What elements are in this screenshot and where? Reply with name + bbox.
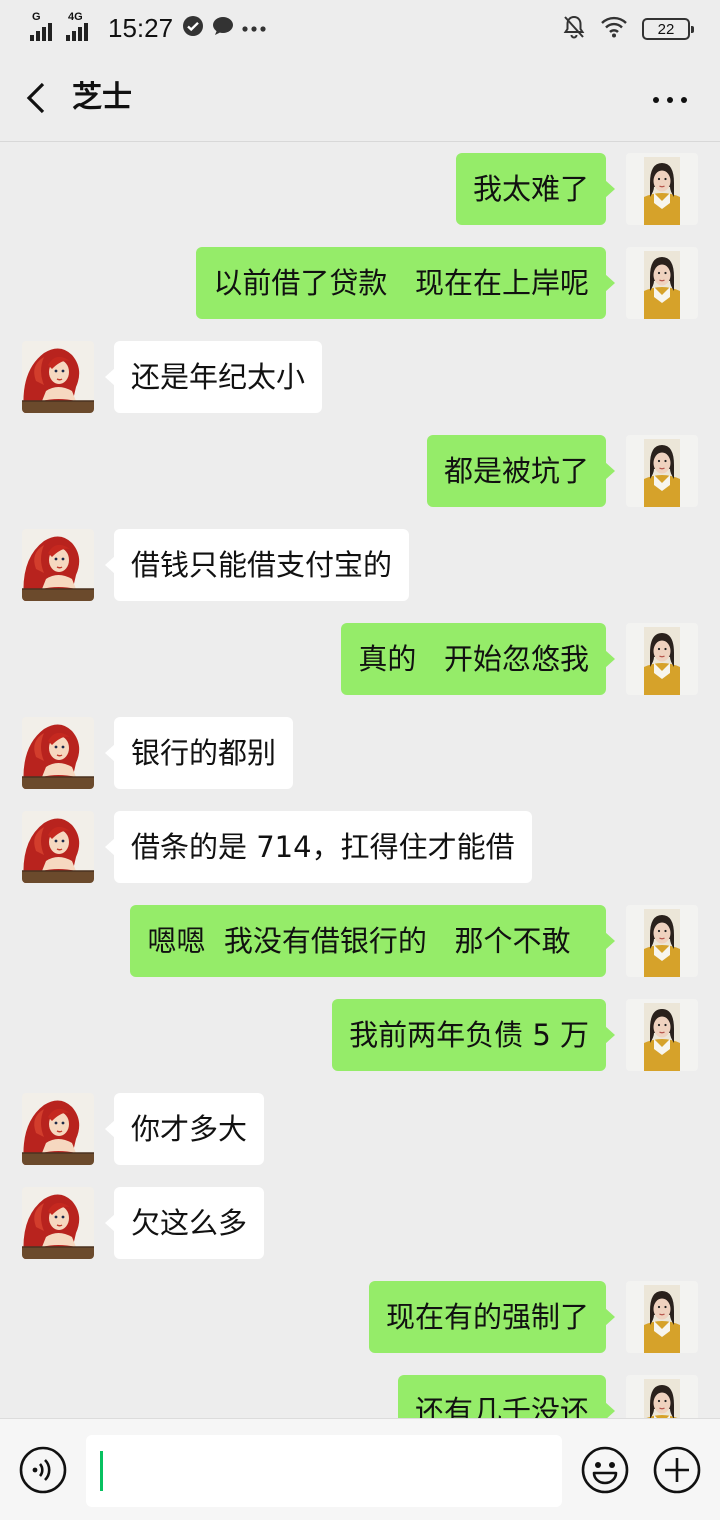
message-bubble[interactable]: 还有几千没还 xyxy=(397,1375,616,1418)
chat-screen: G 4G 15:27 22 芝士 我太难了 以前借了贷款 现在在上岸呢 还是年纪… xyxy=(0,0,720,1520)
sent-message: 都是被坑了 xyxy=(0,435,720,509)
message-bubble[interactable]: 以前借了贷款 现在在上岸呢 xyxy=(196,247,615,319)
chat-bubble-icon xyxy=(211,14,235,42)
contact-avatar[interactable] xyxy=(22,811,94,883)
text-cursor xyxy=(100,1451,103,1491)
received-message: 借条的是 714，扛得住才能借 xyxy=(0,811,720,885)
sent-message: 嗯嗯 我没有借银行的 那个不敢 xyxy=(0,905,720,979)
message-bubble[interactable]: 还是年纪太小 xyxy=(104,341,323,413)
received-message: 欠这么多 xyxy=(0,1187,720,1261)
contact-avatar[interactable] xyxy=(22,529,94,601)
back-button[interactable] xyxy=(18,78,58,118)
check-circle-icon xyxy=(181,14,205,42)
my-avatar[interactable] xyxy=(626,1281,698,1353)
my-avatar[interactable] xyxy=(626,435,698,507)
contact-avatar[interactable] xyxy=(22,1093,94,1165)
received-message: 银行的都别 xyxy=(0,717,720,791)
message-bubble[interactable]: 我太难了 xyxy=(455,153,616,225)
message-bubble[interactable]: 你才多大 xyxy=(104,1093,265,1165)
my-avatar[interactable] xyxy=(626,623,698,695)
voice-button[interactable] xyxy=(19,1446,67,1494)
plus-icon xyxy=(653,1446,701,1494)
status-time: 15:27 xyxy=(108,12,174,43)
message-input[interactable] xyxy=(86,1435,562,1507)
received-message: 借钱只能借支付宝的 xyxy=(0,529,720,603)
sent-message: 以前借了贷款 现在在上岸呢 xyxy=(0,247,720,321)
plus-button[interactable] xyxy=(653,1446,701,1494)
message-bubble[interactable]: 嗯嗯 我没有借银行的 那个不敢 xyxy=(130,905,615,977)
chevron-left-icon xyxy=(26,82,45,114)
mute-bell-icon xyxy=(562,14,586,44)
sent-message: 还有几千没还 xyxy=(0,1375,720,1418)
page-title: 芝士 xyxy=(72,80,132,115)
sent-message: 我前两年负债 5 万 xyxy=(0,999,720,1073)
battery-level: 22 xyxy=(657,20,675,38)
voice-icon xyxy=(19,1446,67,1494)
message-bubble[interactable]: 借钱只能借支付宝的 xyxy=(104,529,410,601)
my-avatar[interactable] xyxy=(626,905,698,977)
message-bubble[interactable]: 借条的是 714，扛得住才能借 xyxy=(105,811,532,883)
wifi-icon xyxy=(600,16,628,42)
message-bubble[interactable]: 银行的都别 xyxy=(104,717,294,789)
received-message: 你才多大 xyxy=(0,1093,720,1167)
status-bar: G 4G 15:27 22 xyxy=(0,0,720,56)
message-bubble[interactable]: 现在有的强制了 xyxy=(368,1281,616,1353)
message-list[interactable]: 我太难了以前借了贷款 现在在上岸呢还是年纪太小都是被坑了 借钱只能借支付宝的真的 … xyxy=(0,143,720,1418)
my-avatar[interactable] xyxy=(626,999,698,1071)
received-message: 还是年纪太小 xyxy=(0,341,720,415)
message-bubble[interactable]: 我前两年负债 5 万 xyxy=(332,999,615,1071)
my-avatar[interactable] xyxy=(626,247,698,319)
emoji-icon xyxy=(581,1446,629,1494)
contact-avatar[interactable] xyxy=(22,717,94,789)
signal-label: G xyxy=(32,11,41,23)
my-avatar[interactable] xyxy=(626,153,698,225)
message-bubble[interactable]: 真的 开始忽悠我 xyxy=(341,623,615,695)
signal-icon-4g: 4G xyxy=(66,11,102,43)
more-dots-icon xyxy=(241,19,267,38)
battery-icon: 22 xyxy=(642,18,694,40)
more-options-button[interactable] xyxy=(650,82,690,118)
more-horizontal-icon xyxy=(653,97,687,103)
emoji-button[interactable] xyxy=(581,1446,629,1494)
sent-message: 真的 开始忽悠我 xyxy=(0,623,720,697)
signal-label-4g: 4G xyxy=(68,11,83,23)
sent-message: 我太难了 xyxy=(0,153,720,227)
message-bubble[interactable]: 都是被坑了 xyxy=(426,435,616,507)
chat-header: 芝士 xyxy=(0,56,720,142)
sent-message: 现在有的强制了 xyxy=(0,1281,720,1355)
message-bubble[interactable]: 欠这么多 xyxy=(104,1187,265,1259)
contact-avatar[interactable] xyxy=(22,1187,94,1259)
signal-icon: G xyxy=(30,11,66,43)
contact-avatar[interactable] xyxy=(22,341,94,413)
my-avatar[interactable] xyxy=(626,1375,698,1418)
input-bar xyxy=(0,1418,720,1520)
